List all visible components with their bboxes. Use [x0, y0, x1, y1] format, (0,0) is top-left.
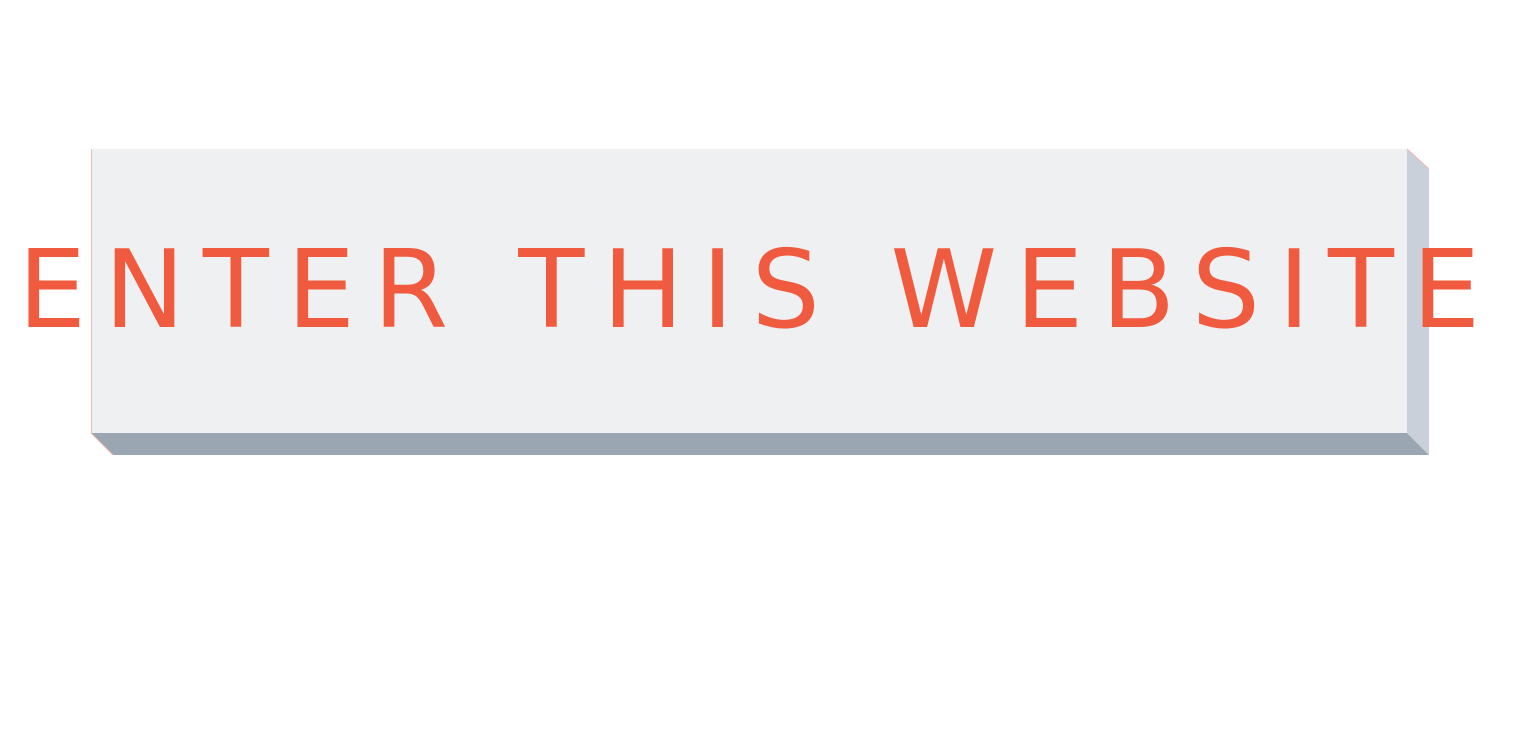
landing-page: ENTER THIS WEBSITE: [0, 0, 1515, 754]
button-side-bottom: [91, 433, 1429, 455]
enter-website-label: ENTER THIS WEBSITE: [17, 228, 1499, 353]
enter-website-button[interactable]: ENTER THIS WEBSITE: [17, 148, 1499, 456]
